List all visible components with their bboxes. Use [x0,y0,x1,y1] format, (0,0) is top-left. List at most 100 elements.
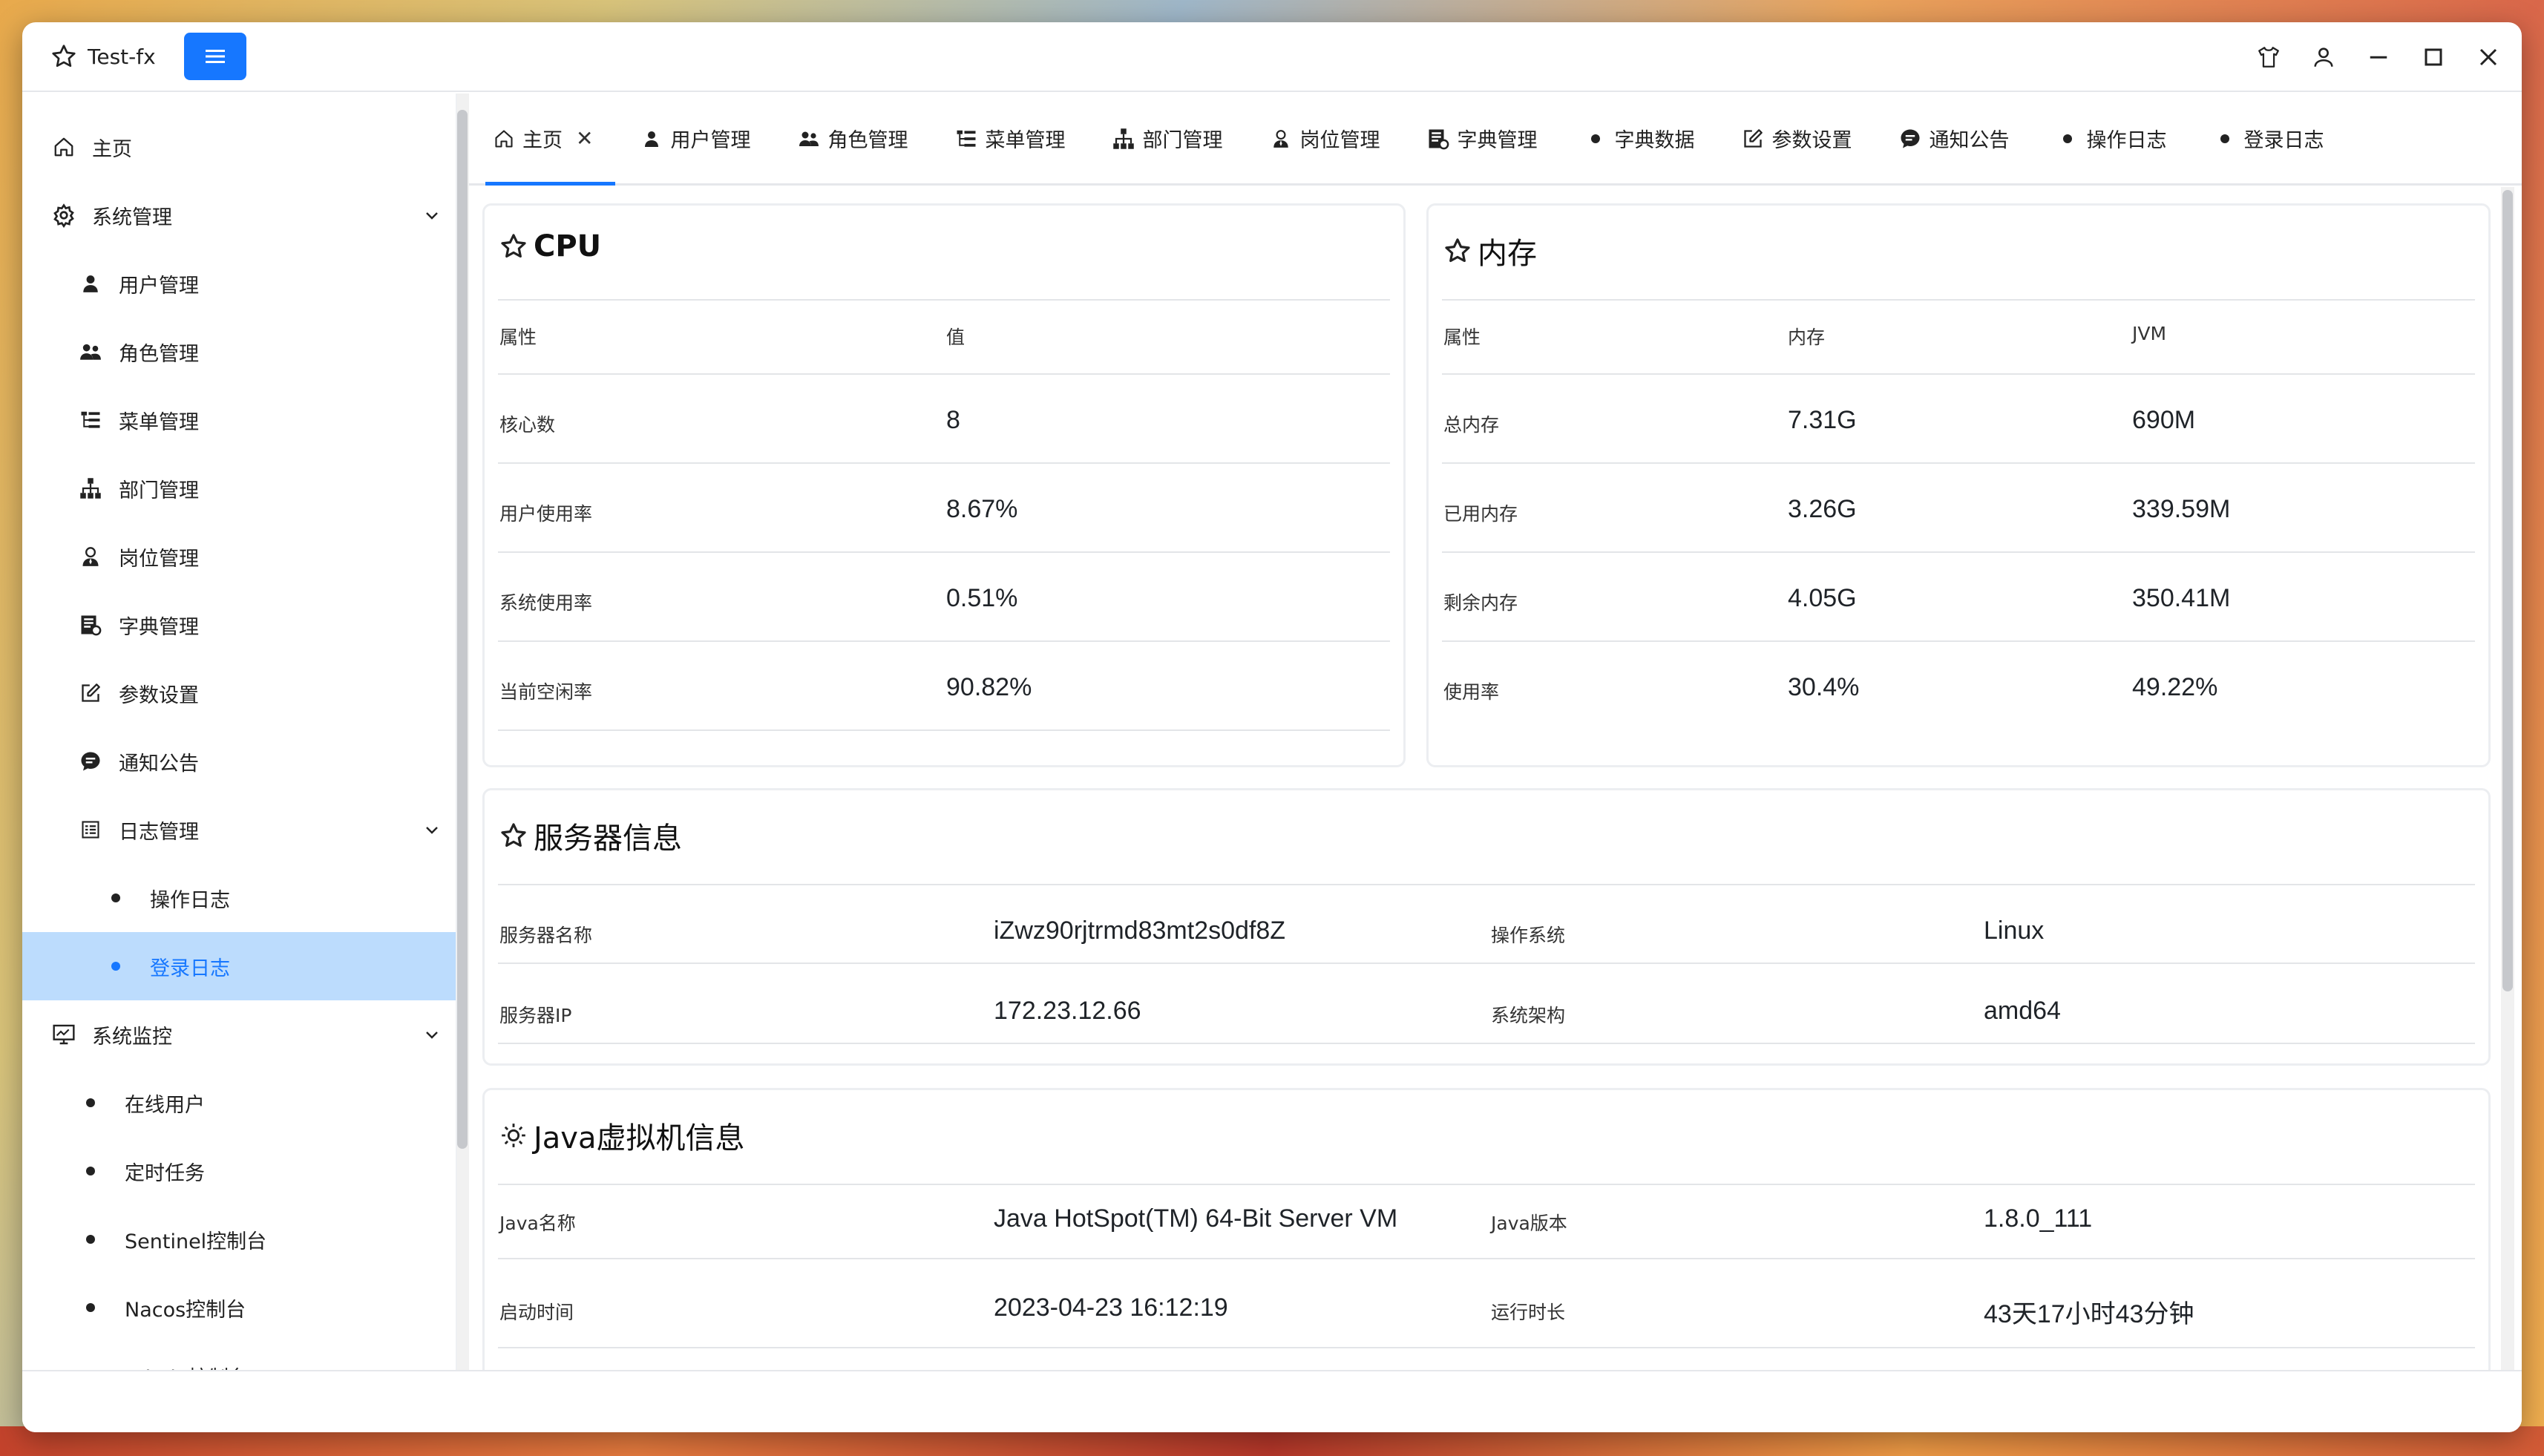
menu-toggle-button[interactable] [183,33,246,80]
sidebar-item-posts[interactable]: 岗位管理 [22,522,456,591]
table-cell: 服务器名称 [499,925,593,946]
card-title-text: CPU [534,229,602,263]
minimize-button[interactable] [2366,45,2391,70]
sidebar-item-menus[interactable]: 菜单管理 [22,386,456,454]
sidebar-item-label: 登录日志 [150,957,230,980]
user-button[interactable] [2311,45,2336,70]
home-icon [493,128,515,150]
sidebar-item-label: Sentinel控制台 [125,1230,267,1253]
chevron-down-icon [426,827,438,834]
tab-dictionary-data[interactable]: 字典数据 [1584,94,1717,183]
sidebar-item-label: 字典管理 [119,615,199,639]
table-cell: 总内存 [1443,414,1500,436]
card-title: CPU [499,229,601,263]
status-footer [22,1370,2522,1432]
list-box-icon [79,818,102,842]
bullet-icon [2056,128,2079,150]
sidebar-item-label: 系统监控 [92,1025,172,1049]
bullet-icon [111,893,120,902]
message-icon [1899,128,1921,150]
tree-list-icon [955,128,977,150]
close-icon [2479,48,2497,66]
card-title-text: 服务器信息 [534,822,682,856]
users-icon [79,340,102,364]
table-cell: Java版本 [1491,1213,1567,1234]
sidebar-scrollbar-thumb[interactable] [457,110,468,1149]
maximize-button[interactable] [2421,45,2446,70]
sidebar-item-parameters[interactable]: 参数设置 [22,659,456,727]
maximize-icon [2425,48,2442,66]
tab-login-log[interactable]: 登录日志 [2214,94,2346,183]
table-cell: 339.59M [2132,495,2231,523]
table-cell: iZwz90rjtrmd83mt2s0df8Z [994,916,1286,945]
theme-skin-button[interactable] [2256,45,2281,70]
sidebar: 主页 系统管理 用户管理 角色管理 菜单管理 部门管理 岗位管理 字典管理 参数… [22,94,457,1392]
bullet-icon [111,962,120,971]
hamburger-icon [205,50,225,63]
tab-dictionary[interactable]: 字典管理 [1427,94,1559,183]
table-cell: amd64 [1984,997,2061,1025]
bullet-icon [86,1098,95,1107]
content-scrollbar-thumb[interactable] [2502,190,2513,991]
sidebar-item-label: 岗位管理 [119,547,199,571]
sidebar-item-home[interactable]: 主页 [22,113,456,181]
sidebar-item-scheduled-tasks[interactable]: 定时任务 [22,1137,456,1205]
sidebar-item-dictionary[interactable]: 字典管理 [22,591,456,659]
org-chart-icon [1112,128,1135,150]
sidebar-item-label: 在线用户 [125,1093,205,1117]
tab-menus[interactable]: 菜单管理 [955,94,1087,183]
home-icon [52,135,76,159]
tab-close-icon[interactable]: ✕ [576,126,593,151]
sidebar-item-operation-log[interactable]: 操作日志 [22,864,456,932]
table-cell: 剩余内存 [1443,592,1518,614]
sidebar-item-system-management[interactable]: 系统管理 [22,181,456,249]
sidebar-item-system-monitor[interactable]: 系统监控 [22,1000,456,1069]
tab-home[interactable]: 主页 ✕ [485,94,616,186]
minimize-icon [2370,56,2387,59]
user-tie-icon [79,545,102,568]
tab-posts[interactable]: 岗位管理 [1270,94,1402,183]
sidebar-item-nacos[interactable]: Nacos控制台 [22,1273,456,1342]
table-cell: 用户使用率 [499,503,593,525]
sidebar-item-users[interactable]: 用户管理 [22,249,456,318]
table-cell: 43天17小时43分钟 [1984,1300,2194,1328]
table-header: 属性 [499,327,537,348]
sidebar-item-sentinel[interactable]: Sentinel控制台 [22,1205,456,1273]
star-icon [1445,238,1470,263]
sidebar-item-label: 系统管理 [92,206,172,229]
tab-roles[interactable]: 角色管理 [798,94,930,183]
table-header: 内存 [1788,327,1826,348]
table-cell: 8.67% [946,495,1018,523]
tab-notices[interactable]: 通知公告 [1899,94,2031,183]
sidebar-item-online-users[interactable]: 在线用户 [22,1069,456,1137]
card-title: Java虚拟机信息 [499,1114,745,1157]
users-icon [798,128,820,150]
sidebar-item-roles[interactable]: 角色管理 [22,318,456,386]
tab-users[interactable]: 用户管理 [640,94,773,183]
user-tie-icon [1270,128,1292,150]
sidebar-item-label: 日志管理 [119,820,199,844]
table-cell: 2023-04-23 16:12:19 [994,1293,1228,1322]
table-cell: 690M [2132,406,2196,434]
table-cell: Linux [1984,916,2045,945]
table-cell: 核心数 [499,414,556,436]
tab-departments[interactable]: 部门管理 [1112,94,1245,183]
title-bar: Test-fx [22,22,2522,92]
tab-operation-log[interactable]: 操作日志 [2056,94,2189,183]
close-button[interactable] [2476,45,2501,70]
sidebar-item-departments[interactable]: 部门管理 [22,454,456,522]
sidebar-item-login-log[interactable]: 登录日志 [22,932,456,1000]
sidebar-item-notices[interactable]: 通知公告 [22,727,456,796]
tab-label: 通知公告 [1929,129,2010,152]
chevron-down-icon [426,1032,438,1039]
table-cell: 7.31G [1788,406,1857,434]
tab-parameters[interactable]: 参数设置 [1742,94,1874,183]
jvm-info-card: Java虚拟机信息 Java名称 Java HotSpot(TM) 64-Bit… [482,1088,2491,1392]
bullet-icon [86,1235,95,1244]
sidebar-item-log-management[interactable]: 日志管理 [22,796,456,864]
tab-label: 角色管理 [827,129,908,152]
card-title-text: 内存 [1478,237,1537,271]
sidebar-item-label: 定时任务 [125,1161,205,1185]
table-cell: 服务器IP [499,1005,572,1026]
app-title: Test-fx [88,44,156,69]
